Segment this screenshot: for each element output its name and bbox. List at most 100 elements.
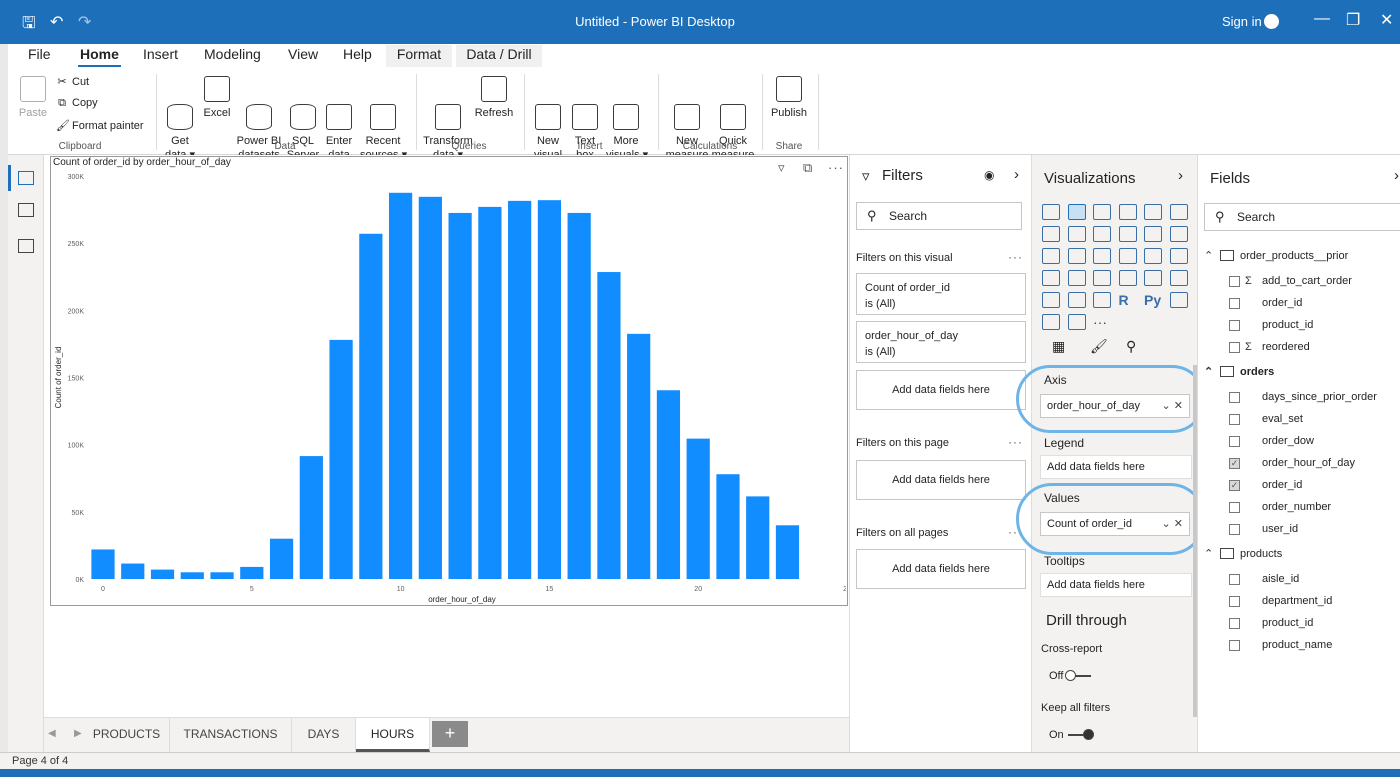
visual-type-icon[interactable] <box>1042 248 1060 264</box>
visual-type-icon[interactable] <box>1169 248 1188 264</box>
field-item[interactable]: add_to_cart_order <box>1262 275 1352 287</box>
prev-page-icon[interactable]: ◀ <box>48 728 56 739</box>
field-item[interactable]: product_id <box>1262 319 1313 331</box>
field-checkbox[interactable] <box>1229 320 1240 331</box>
avatar[interactable] <box>1264 14 1279 29</box>
sign-in-link[interactable]: Sign in <box>1222 14 1262 29</box>
tooltips-well[interactable]: Add data fields here <box>1040 573 1192 597</box>
page-tab-transactions[interactable]: TRANSACTIONS <box>170 718 292 752</box>
legend-well[interactable]: Add data fields here <box>1040 455 1192 479</box>
visual-type-icon[interactable] <box>1093 248 1111 264</box>
page-tab-products[interactable]: PRODUCTS <box>84 718 170 752</box>
visual-type-icon[interactable] <box>1093 292 1111 308</box>
tab-format[interactable]: Format <box>386 45 452 67</box>
field-item[interactable]: order_hour_of_day <box>1262 457 1355 469</box>
keep-filters-toggle[interactable]: On <box>1049 729 1094 741</box>
field-checkbox[interactable]: ✓ <box>1229 480 1240 491</box>
tab-view[interactable]: View <box>286 45 320 67</box>
collapse-filters-icon[interactable]: › <box>1014 166 1019 183</box>
field-checkbox[interactable] <box>1229 298 1240 309</box>
clustered-column-chart-icon[interactable] <box>1067 204 1086 220</box>
tab-help[interactable]: Help <box>341 45 374 67</box>
refresh-button[interactable]: Refresh <box>474 76 514 120</box>
visual-type-icon[interactable] <box>1093 270 1111 286</box>
tab-home[interactable]: Home <box>78 45 121 67</box>
field-item[interactable]: user_id <box>1262 523 1298 535</box>
visual-type-icon[interactable] <box>1067 292 1086 308</box>
visual-type-icon[interactable] <box>1093 204 1111 220</box>
format-tab-icon[interactable]: 🖌 <box>1090 338 1108 355</box>
filters-search-input[interactable]: ⚲ Search <box>856 202 1022 230</box>
field-item[interactable]: eval_set <box>1262 413 1303 425</box>
visual-type-icon[interactable] <box>1067 248 1086 264</box>
visual-type-icon[interactable] <box>1169 226 1188 242</box>
r-visual-icon[interactable]: R <box>1119 292 1129 308</box>
filter-card-order-hour[interactable]: order_hour_of_day is (All) <box>856 321 1026 363</box>
publish-button[interactable]: Publish <box>768 76 810 120</box>
format-painter-button[interactable]: 🖌 Format painter <box>56 119 144 132</box>
visual-type-icon[interactable] <box>1067 314 1086 330</box>
visual-type-icon[interactable] <box>1042 270 1060 286</box>
table-products[interactable]: ⌃ products <box>1204 547 1282 560</box>
visual-type-icon[interactable] <box>1067 270 1086 286</box>
copy-button[interactable]: ⧉ Copy <box>56 97 98 110</box>
close-icon[interactable]: ✕ <box>1380 10 1393 30</box>
add-visual-filter-drop[interactable]: Add data fields here <box>856 370 1026 410</box>
model-view-icon[interactable] <box>18 239 34 253</box>
visual-type-icon[interactable] <box>1118 226 1137 242</box>
visual-type-icon[interactable] <box>1144 248 1162 264</box>
add-page-filter-drop[interactable]: Add data fields here <box>856 460 1026 500</box>
more-options-icon[interactable]: ··· <box>1008 435 1023 449</box>
visual-type-icon[interactable] <box>1118 248 1137 264</box>
visual-type-icon[interactable] <box>1144 226 1162 242</box>
visual-type-icon[interactable] <box>1042 314 1060 330</box>
data-view-icon[interactable] <box>18 203 34 217</box>
visual-type-icon[interactable] <box>1169 270 1188 286</box>
field-checkbox[interactable] <box>1229 436 1240 447</box>
filter-card-count-order-id[interactable]: Count of order_id is (All) <box>856 273 1026 315</box>
visual-type-icon[interactable] <box>1067 226 1086 242</box>
more-visuals-icon[interactable]: ··· <box>1093 314 1107 330</box>
more-options-icon[interactable]: ··· <box>1008 250 1023 264</box>
add-page-button[interactable]: + <box>432 721 468 747</box>
field-item[interactable]: order_id <box>1262 297 1302 309</box>
cut-button[interactable]: ✂ Cut <box>56 75 89 88</box>
field-item[interactable]: reordered <box>1262 341 1310 353</box>
visual-type-icon[interactable] <box>1169 204 1188 220</box>
visual-type-icon[interactable] <box>1169 292 1188 308</box>
field-item[interactable]: order_dow <box>1262 435 1314 447</box>
visual-type-icon[interactable] <box>1118 204 1137 220</box>
visual-type-icon[interactable] <box>1042 226 1060 242</box>
field-item[interactable]: aisle_id <box>1262 573 1299 585</box>
field-item[interactable]: order_number <box>1262 501 1331 513</box>
tab-file[interactable]: File <box>26 45 53 67</box>
field-item[interactable]: product_name <box>1262 639 1332 651</box>
field-checkbox[interactable] <box>1229 414 1240 425</box>
page-tab-hours[interactable]: HOURS <box>356 718 430 752</box>
python-visual-icon[interactable]: Py <box>1144 292 1161 308</box>
visual-type-icon[interactable] <box>1144 270 1162 286</box>
maximize-icon[interactable]: ❐ <box>1346 10 1360 30</box>
field-checkbox[interactable] <box>1229 574 1240 585</box>
visual-type-icon[interactable] <box>1118 270 1137 286</box>
minimize-icon[interactable]: — <box>1314 10 1330 28</box>
field-item[interactable]: order_id <box>1262 479 1302 491</box>
field-checkbox[interactable] <box>1229 618 1240 629</box>
tab-insert[interactable]: Insert <box>141 45 180 67</box>
cross-report-toggle[interactable]: Off <box>1049 670 1092 682</box>
field-item[interactable]: days_since_prior_order <box>1262 391 1377 403</box>
fields-search-input[interactable]: ⚲ Search <box>1204 203 1400 231</box>
visual-type-icon[interactable] <box>1042 204 1060 220</box>
report-view-icon[interactable] <box>18 171 34 185</box>
fields-tab-icon[interactable]: ▦ <box>1052 338 1065 355</box>
field-checkbox[interactable] <box>1229 640 1240 651</box>
visual-type-icon[interactable] <box>1144 204 1162 220</box>
field-checkbox[interactable] <box>1229 502 1240 513</box>
field-checkbox[interactable] <box>1229 342 1240 353</box>
visual-type-icon[interactable] <box>1093 226 1111 242</box>
eye-icon[interactable]: ◉ <box>984 168 994 182</box>
next-page-icon[interactable]: ▶ <box>74 728 82 739</box>
tab-data-drill[interactable]: Data / Drill <box>456 45 542 67</box>
analytics-tab-icon[interactable]: ⚲ <box>1126 338 1136 355</box>
excel-button[interactable]: Excel <box>202 76 232 120</box>
